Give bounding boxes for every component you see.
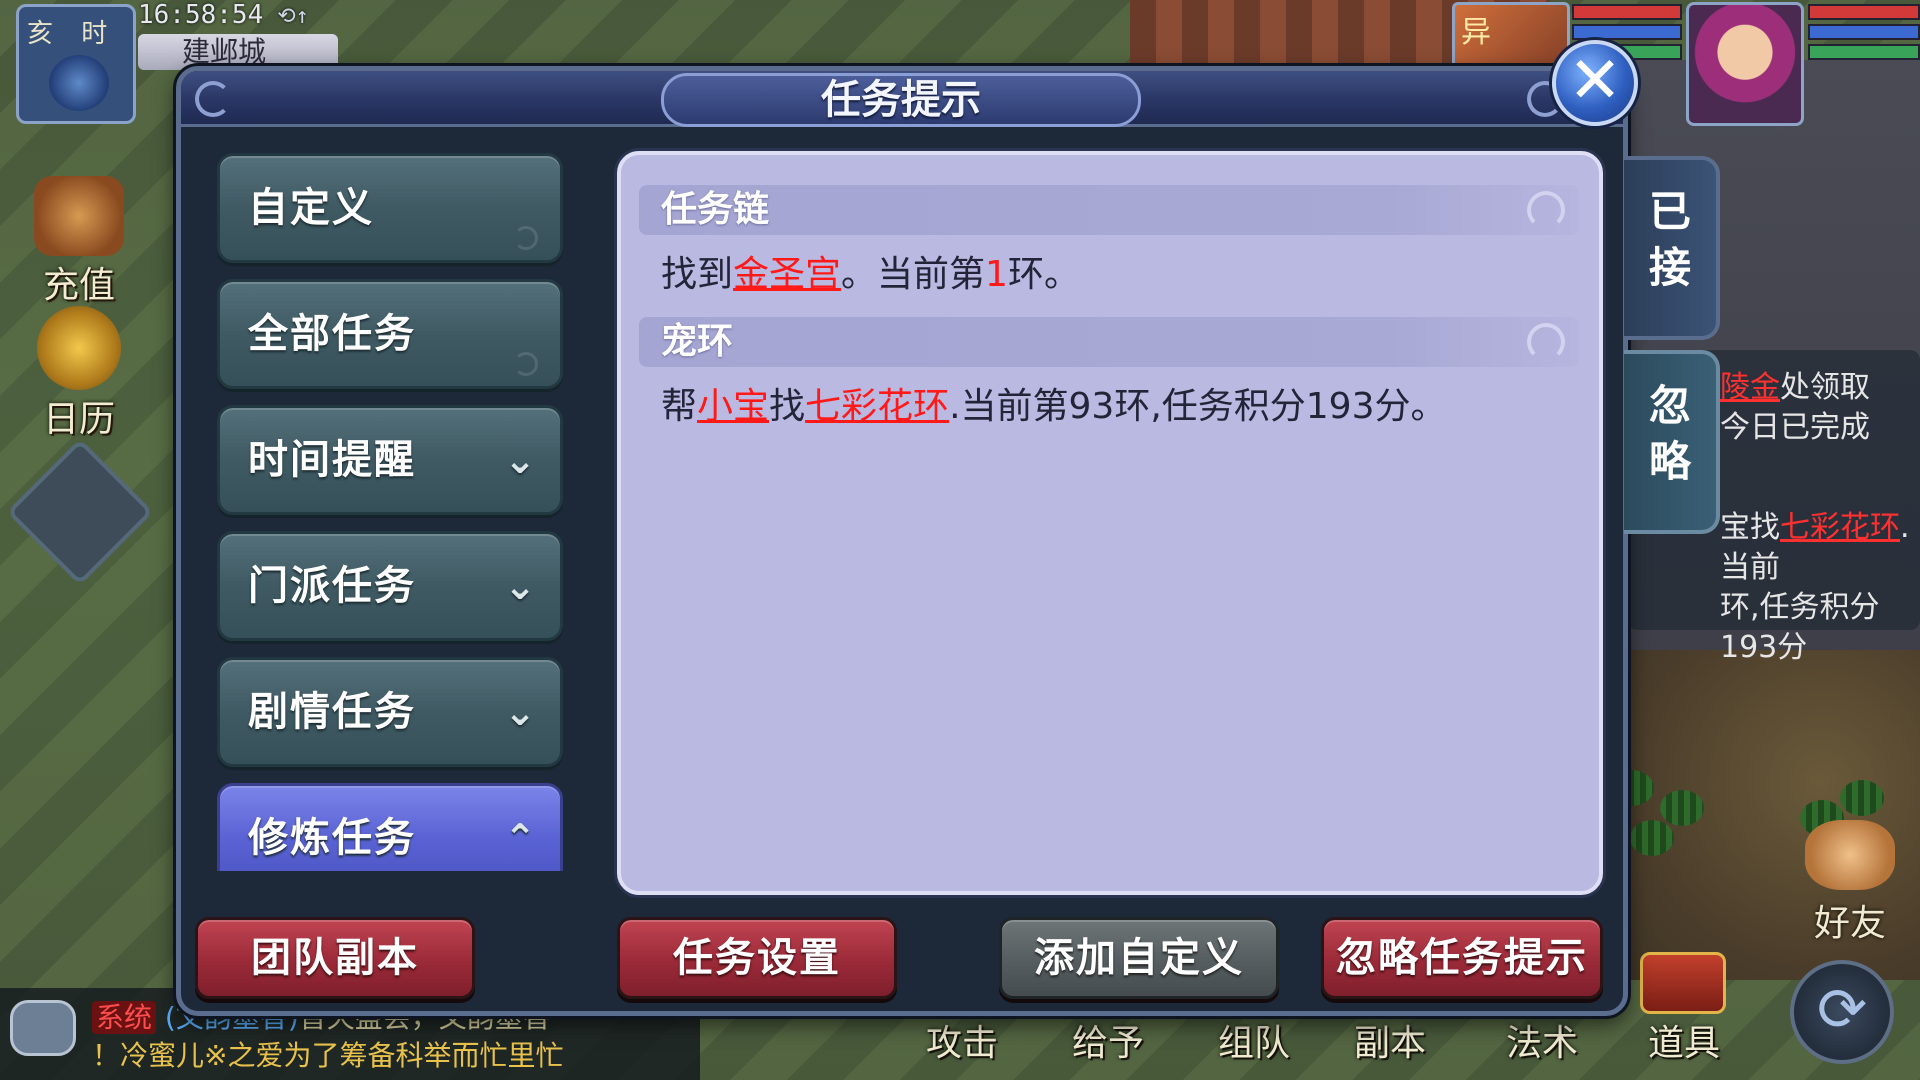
curl-ornament-icon: [1527, 323, 1565, 361]
time-period-label: 亥 时: [27, 19, 118, 49]
inventory-chest-icon: [1640, 952, 1726, 1014]
watermelon-icon: [1840, 780, 1884, 816]
task-description: 帮小宝找七彩花环.当前第93环,任务积分193分。: [661, 377, 1446, 429]
system-tag: 系统: [92, 1001, 157, 1034]
chevron-down-icon: ⌄: [504, 438, 538, 482]
task-text: 找到: [661, 254, 734, 295]
task-item-link[interactable]: 七彩花环: [805, 386, 949, 427]
chat-bubble-icon[interactable]: [10, 1000, 76, 1056]
task-settings-button[interactable]: 任务设置: [617, 917, 897, 999]
nav-item-all-tasks[interactable]: 全部任务: [217, 279, 563, 389]
tab-accepted[interactable]: 已接: [1624, 156, 1720, 340]
pet-mp-bar: [1572, 24, 1682, 40]
close-button[interactable]: ✕: [1552, 40, 1638, 126]
player-hp-bar: [1808, 4, 1920, 20]
tracker-line: 今日已完成: [1720, 410, 1870, 445]
nav-item-label: 全部任务: [248, 311, 416, 357]
items-button[interactable]: 道具: [1648, 1014, 1720, 1066]
player-portrait[interactable]: [1686, 2, 1804, 126]
player-status-bars: [1808, 4, 1920, 64]
tracker-line: 陵金处领取: [1720, 368, 1910, 408]
chevron-down-icon: ⌄: [504, 564, 538, 608]
treasure-chest-icon: [34, 176, 124, 256]
tracker-text: 处领取: [1780, 370, 1870, 405]
dungeon-button[interactable]: 副本: [1354, 1014, 1426, 1066]
friends-button[interactable]: 好友: [1790, 820, 1910, 946]
clock-text: 16:58:54: [138, 0, 264, 30]
task-tips-dialog: 任务提示 自定义 全部任务 时间提醒 ⌄ 门派任务 ⌄ 剧情任务 ⌄ 修炼任务 …: [176, 66, 1628, 1016]
friends-label: 好友: [1813, 903, 1886, 944]
nav-item-label: 修炼任务: [248, 815, 416, 861]
task-text: 帮: [661, 386, 698, 427]
tracker-link[interactable]: 陵金: [1720, 370, 1780, 405]
handshake-icon: [1805, 820, 1895, 890]
nav-item-label: 自定义: [248, 185, 374, 231]
tracker-line: 环,任务积分193分: [1720, 590, 1880, 665]
close-icon: ✕: [1568, 44, 1622, 118]
swirl-ornament-icon: [514, 226, 538, 250]
task-ring-number: 1: [985, 254, 1008, 295]
task-target-link[interactable]: 金圣宫: [733, 254, 841, 295]
tracker-text: 宝找: [1720, 510, 1780, 545]
player-mp-bar: [1808, 24, 1920, 40]
task-text: 环。: [1007, 254, 1080, 295]
player-anger-bar: [1808, 44, 1920, 60]
nav-item-custom[interactable]: 自定义: [217, 153, 563, 263]
task-text: .当前第93环,任务积分193分。: [949, 386, 1447, 427]
tracker-gap: [1720, 448, 1910, 508]
curl-ornament-icon: [1527, 191, 1565, 229]
swirl-ornament-icon: [195, 81, 231, 117]
city-name-plate[interactable]: 建邺城: [138, 34, 338, 70]
task-section-header: 任务链: [639, 185, 1579, 235]
time-of-day-badge[interactable]: 亥 时: [16, 4, 136, 124]
swirl-ornament-icon: [514, 352, 538, 376]
nav-item-label: 门派任务: [248, 563, 416, 609]
magic-button[interactable]: 法术: [1506, 1014, 1578, 1066]
task-text: 。当前第: [841, 254, 986, 295]
nav-item-label: 时间提醒: [248, 437, 416, 483]
nav-item-training-tasks[interactable]: 修炼任务 ⌃: [217, 783, 563, 871]
team-dungeon-button[interactable]: 团队副本: [195, 917, 475, 999]
tracker-link[interactable]: 七彩花环: [1780, 510, 1900, 545]
chevron-up-icon: ⌃: [504, 816, 538, 860]
ignore-task-tips-button[interactable]: 忽略任务提示: [1321, 917, 1603, 999]
task-section-title: 宠环: [661, 321, 734, 362]
nav-item-time-reminder[interactable]: 时间提醒 ⌄: [217, 405, 563, 515]
pet-hp-bar: [1572, 4, 1682, 20]
watermelon-icon: [1660, 790, 1704, 826]
recharge-label: 充值: [42, 265, 115, 306]
nav-item-sect-tasks[interactable]: 门派任务 ⌄: [217, 531, 563, 641]
watermelon-icon: [1630, 820, 1674, 856]
tab-accepted-label: 已接: [1648, 187, 1691, 292]
recharge-button[interactable]: 充值: [24, 176, 134, 308]
dialog-title: 任务提示: [661, 73, 1141, 127]
time-sprite-icon: [49, 55, 109, 111]
team-button[interactable]: 组队: [1218, 1014, 1290, 1066]
task-section-header: 宠环: [639, 317, 1579, 367]
calendar-label: 日历: [42, 399, 115, 440]
signal-icon: ⟲↑: [277, 4, 309, 29]
tab-ignored[interactable]: 忽略: [1624, 350, 1720, 534]
task-section-title: 任务链: [661, 189, 770, 230]
task-detail-panel: 任务链 找到金圣宫。当前第1环。 宠环 帮小宝找七彩花环.当前第93环,任务积分…: [617, 151, 1603, 895]
give-button[interactable]: 给予: [1072, 1014, 1144, 1066]
task-npc-link[interactable]: 小宝: [697, 386, 769, 427]
chevron-down-icon: ⌄: [504, 690, 538, 734]
clock: 16:58:54 ⟲↑: [138, 0, 309, 30]
nav-item-story-tasks[interactable]: 剧情任务 ⌄: [217, 657, 563, 767]
attack-button[interactable]: 攻击: [926, 1014, 998, 1066]
tab-ignored-label: 忽略: [1648, 381, 1691, 486]
task-category-nav: 自定义 全部任务 时间提醒 ⌄ 门派任务 ⌄ 剧情任务 ⌄ 修炼任务 ⌃: [217, 153, 563, 871]
task-text: 找: [769, 386, 806, 427]
add-custom-button[interactable]: 添加自定义: [999, 917, 1279, 999]
chat-line: ！冷蜜儿※之爱为了筹备科举而忙里忙: [92, 1039, 564, 1072]
refresh-icon[interactable]: ⟳: [1790, 960, 1894, 1064]
dialog-header: 任务提示: [181, 71, 1623, 127]
gong-icon: [37, 306, 121, 390]
tracker-line: 宝找七彩花环.当前: [1720, 508, 1910, 588]
nav-item-label: 剧情任务: [248, 689, 416, 735]
task-description: 找到金圣宫。当前第1环。: [661, 245, 1080, 297]
calendar-button[interactable]: 日历: [24, 306, 134, 442]
pet-badge-label: 异: [1461, 15, 1491, 50]
